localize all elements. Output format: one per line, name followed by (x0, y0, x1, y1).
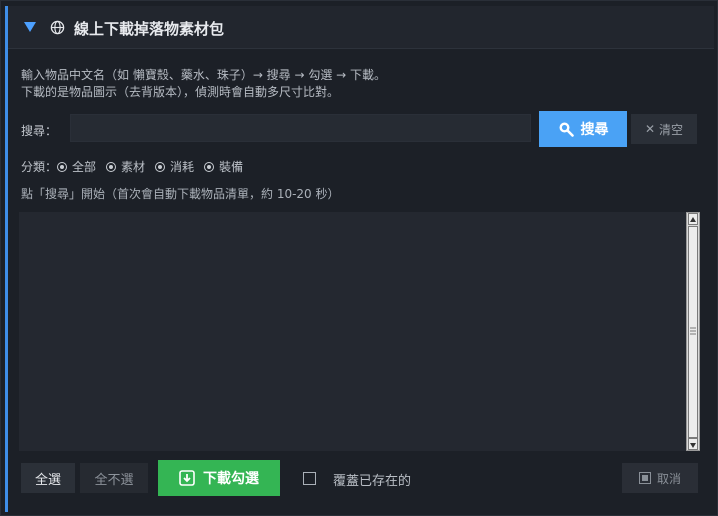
close-icon: ✕ (644, 122, 656, 136)
stop-icon (638, 472, 651, 484)
triangle-down-icon[interactable] (24, 22, 36, 32)
overwrite-checkbox[interactable] (303, 472, 316, 485)
cancel-button-label: 取消 (656, 471, 681, 486)
search-icon (559, 122, 574, 137)
search-input[interactable] (70, 114, 531, 142)
search-button[interactable]: 搜尋 (539, 111, 627, 147)
hint-text: 點「搜尋」開始（首次會自動下載物品清單，約 10-20 秒） (21, 187, 340, 201)
select-all-button[interactable]: 全選 (21, 463, 75, 493)
radio-category-equipment[interactable]: 裝備 (204, 158, 243, 175)
clear-button-label: 清空 (659, 122, 684, 137)
radio-icon (57, 161, 68, 172)
panel-header[interactable]: 線上下載掉落物素材包 (8, 6, 714, 49)
radio-category-materials[interactable]: 素材 (106, 158, 145, 175)
description-line-1: 輸入物品中文名（如 懶寶殼、藥水、珠子）→ 搜尋 → 勾選 → 下載。 (21, 68, 387, 82)
radio-icon (204, 161, 215, 172)
download-panel: 線上下載掉落物素材包 輸入物品中文名（如 懶寶殼、藥水、珠子）→ 搜尋 → 勾選… (0, 0, 718, 516)
cancel-button[interactable]: 取消 (622, 463, 698, 493)
radio-category-consumables[interactable]: 消耗 (155, 158, 194, 175)
scroll-down-arrow-icon[interactable] (688, 438, 698, 450)
results-scrollbar[interactable] (686, 212, 700, 451)
overwrite-label: 覆蓋已存在的 (333, 474, 412, 489)
search-label: 搜尋： (21, 124, 58, 138)
download-selected-button[interactable]: 下載勾選 (158, 460, 280, 496)
search-button-label: 搜尋 (580, 122, 609, 138)
scroll-thumb[interactable] (688, 226, 698, 438)
select-none-button[interactable]: 全不選 (80, 463, 148, 493)
results-list[interactable] (19, 212, 686, 451)
clear-button[interactable]: ✕ 清空 (631, 114, 697, 144)
radio-category-all[interactable]: 全部 (57, 158, 96, 175)
scroll-up-arrow-icon[interactable] (688, 213, 698, 225)
download-icon (179, 470, 195, 486)
accent-bar (5, 6, 8, 512)
globe-icon (50, 20, 65, 35)
download-button-label: 下載勾選 (203, 471, 259, 487)
description-line-2: 下載的是物品圖示（去背版本），偵測時會自動多尺寸比對。 (21, 85, 340, 99)
radio-icon (155, 161, 166, 172)
category-label: 分類： (21, 160, 58, 174)
panel-title: 線上下載掉落物素材包 (74, 20, 225, 38)
category-filter: 分類： 全部 素材 消耗 裝備 (21, 158, 253, 175)
radio-icon (106, 161, 117, 172)
